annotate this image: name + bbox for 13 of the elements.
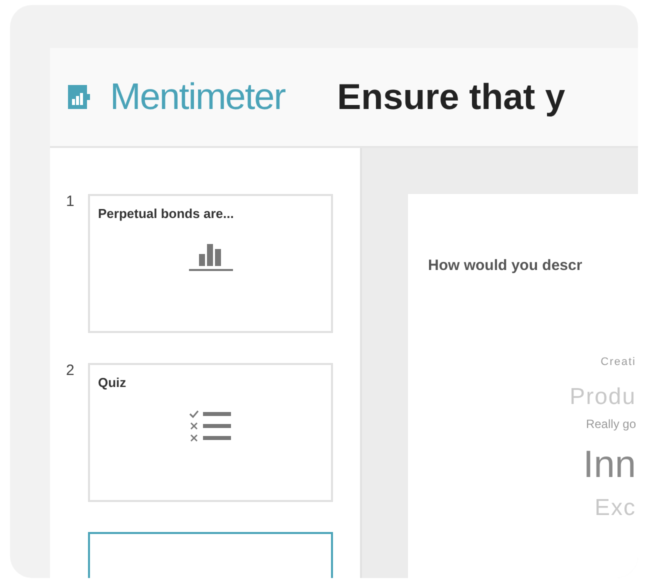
logo-icon bbox=[68, 84, 90, 110]
slide-title: Quiz bbox=[98, 374, 126, 392]
presentation-title: Ensure that y bbox=[337, 75, 566, 119]
slide-number: 1 bbox=[66, 194, 76, 212]
logo-text: Mentimeter bbox=[110, 75, 286, 120]
slide-number: 2 bbox=[66, 363, 76, 381]
cloud-word: Inn bbox=[583, 442, 636, 488]
slide-thumbnail[interactable]: Perpetual bonds are... bbox=[88, 194, 333, 333]
slide-thumbnail[interactable]: Quiz bbox=[88, 363, 333, 502]
slide-title: Perpetual bonds are... bbox=[98, 205, 234, 223]
cloud-word: Really go bbox=[586, 416, 636, 432]
cloud-word: Creati bbox=[600, 356, 636, 370]
question-text: How would you descr bbox=[428, 256, 582, 276]
